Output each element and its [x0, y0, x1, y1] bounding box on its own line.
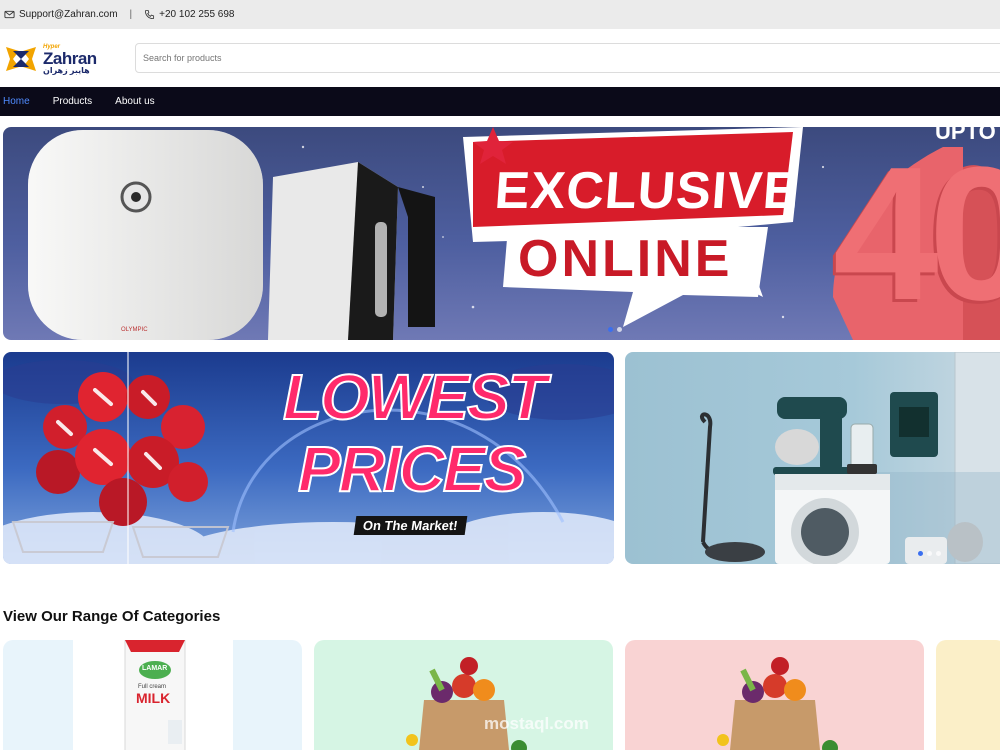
exclusive-sign-image [463, 127, 803, 327]
site-header: Hyper Zahran هايبر زهران [0, 29, 1000, 87]
coffee-machine-image [890, 392, 938, 457]
email-contact[interactable]: Support@Zahran.com [4, 9, 118, 20]
carousel-dot[interactable] [927, 551, 932, 556]
lowest-subline: On The Market! [353, 516, 467, 535]
contact-bar: Support@Zahran.com | +20 102 255 698 [0, 0, 1000, 29]
hero-headline-2: ONLINE [518, 230, 733, 288]
category-card-dairy[interactable]: LAMAR Full cream MILK [3, 640, 302, 750]
category-card-partial[interactable] [936, 640, 1000, 750]
lowest-headline-1: LOWEST [282, 360, 548, 434]
hero-banner[interactable]: EXCLUSIVE ONLINE UPTO 40 OLYMPIC [3, 127, 1000, 340]
categories-title: View Our Range Of Categories [3, 608, 221, 625]
category-card-produce[interactable]: mostaql.com [314, 640, 613, 750]
carousel-dot[interactable] [936, 551, 941, 556]
lowest-headline-2: PRICES [297, 432, 527, 506]
envelope-icon [4, 10, 15, 19]
carousel-dot[interactable] [617, 327, 622, 332]
washing-machine-image [775, 474, 890, 564]
nav-about-us[interactable]: About us [115, 96, 154, 107]
nav-products[interactable]: Products [53, 96, 92, 107]
hero-carousel-dots [608, 327, 622, 332]
stand-mixer-image [773, 397, 853, 475]
logo-arabic-text: هايبر زهران [43, 65, 90, 75]
watermark-text: mostaql.com [484, 714, 589, 733]
water-heater-image [28, 130, 263, 340]
search-input[interactable] [135, 43, 1000, 73]
grocery-bag-image [717, 657, 838, 750]
main-nav: Home Products About us [0, 87, 1000, 116]
carousel-dot[interactable] [918, 551, 923, 556]
blender-image [847, 423, 877, 474]
phone-icon [145, 9, 155, 20]
phone-contact[interactable]: +20 102 255 698 [144, 9, 235, 20]
category-card-fruits[interactable] [625, 640, 924, 750]
vacuum-image [699, 412, 746, 557]
lowest-prices-banner[interactable]: LOWEST PRICES On The Market! [3, 352, 614, 564]
appliances-banner[interactable] [625, 352, 1000, 564]
milk-brand-label: LAMAR [142, 665, 168, 672]
site-logo[interactable]: Hyper Zahran هايبر زهران [3, 39, 103, 79]
contact-separator: | [129, 9, 133, 20]
carousel-dot[interactable] [608, 327, 613, 332]
milk-label: MILK [136, 690, 171, 706]
kettle-image [268, 162, 435, 340]
nav-home[interactable]: Home [3, 96, 30, 107]
appliances-carousel-dots [918, 551, 941, 556]
hero-headline-1: EXCLUSIVE [492, 162, 801, 220]
phone-text: +20 102 255 698 [159, 9, 235, 20]
logo-name-text: Zahran [43, 48, 97, 68]
logo-mark-icon [3, 41, 39, 77]
email-text: Support@Zahran.com [19, 9, 118, 20]
hero-balloon-number: 40 [833, 128, 1000, 340]
heater-brand-label: OLYMPIC [121, 327, 148, 333]
